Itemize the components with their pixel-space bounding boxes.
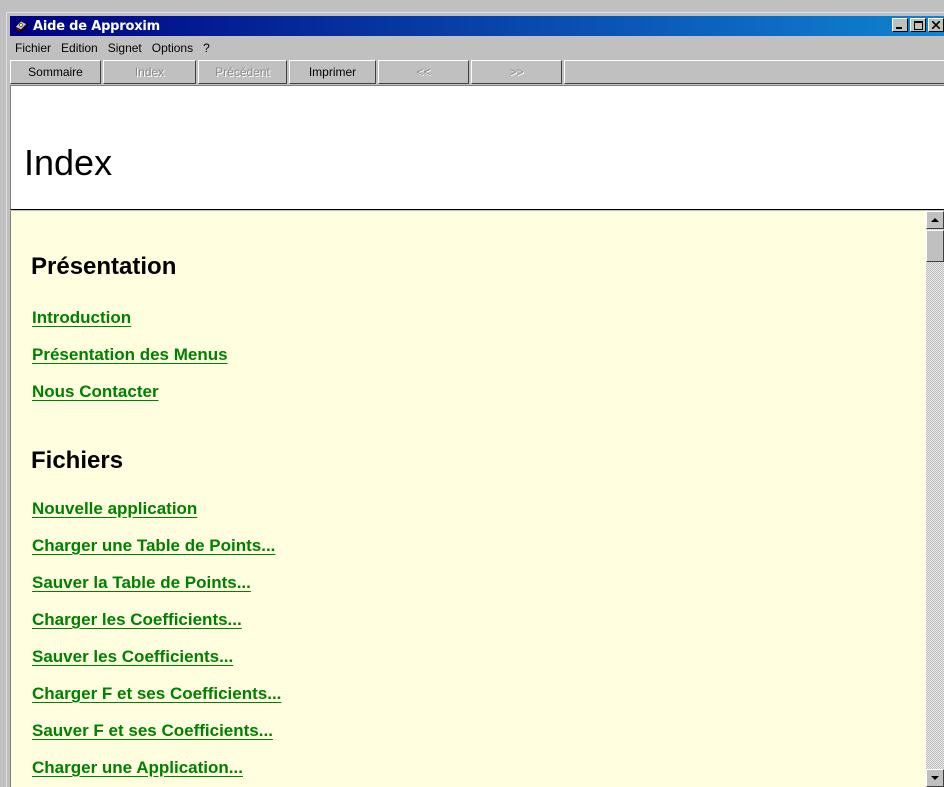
menu-signet[interactable]: Signet bbox=[103, 41, 147, 55]
arrow-down-icon bbox=[931, 776, 939, 780]
help-button-bar: Sommaire Index Précédent Imprimer << >> bbox=[10, 60, 944, 84]
window-title: Aide de Approxim bbox=[33, 18, 161, 34]
index-button[interactable]: Index bbox=[103, 60, 196, 84]
topic-content: Présentation Introduction Présentation d… bbox=[10, 211, 944, 787]
close-button[interactable] bbox=[928, 18, 944, 32]
minimize-button[interactable] bbox=[892, 18, 908, 32]
menu-options[interactable]: Options bbox=[147, 41, 198, 55]
link-sauver-coefficients[interactable]: Sauver les Coefficients... bbox=[32, 647, 233, 667]
title-bar[interactable]: Aide de Approxim bbox=[10, 16, 944, 36]
vertical-scrollbar[interactable] bbox=[926, 211, 944, 787]
link-charger-table-points[interactable]: Charger une Table de Points... bbox=[32, 536, 275, 556]
link-sauver-f-coefficients[interactable]: Sauver F et ses Coefficients... bbox=[32, 721, 273, 741]
menu-help[interactable]: ? bbox=[198, 41, 215, 55]
maximize-icon bbox=[913, 20, 923, 30]
help-book-icon bbox=[14, 20, 28, 33]
scroll-down-button[interactable] bbox=[926, 769, 944, 787]
sommaire-button[interactable]: Sommaire bbox=[10, 60, 101, 84]
link-charger-application[interactable]: Charger une Application... bbox=[32, 758, 243, 778]
link-introduction[interactable]: Introduction bbox=[32, 308, 131, 328]
maximize-button[interactable] bbox=[910, 18, 926, 32]
imprimer-button[interactable]: Imprimer bbox=[289, 60, 376, 84]
link-charger-f-coefficients[interactable]: Charger F et ses Coefficients... bbox=[32, 684, 281, 704]
link-nous-contacter[interactable]: Nous Contacter bbox=[32, 382, 159, 402]
help-window: Aide de Approxim Fichier Edition Signet … bbox=[6, 12, 944, 787]
scroll-thumb[interactable] bbox=[926, 230, 944, 262]
forward-button[interactable]: >> bbox=[471, 60, 562, 84]
minimize-icon bbox=[896, 27, 902, 29]
page-title: Index bbox=[24, 142, 113, 183]
menu-edition[interactable]: Edition bbox=[56, 41, 103, 55]
link-sauver-table-points[interactable]: Sauver la Table de Points... bbox=[32, 573, 251, 593]
menu-bar: Fichier Edition Signet Options ? bbox=[10, 38, 944, 58]
link-nouvelle-application[interactable]: Nouvelle application bbox=[32, 499, 197, 519]
link-presentation-menus[interactable]: Présentation des Menus bbox=[32, 345, 228, 365]
topic-header: Index bbox=[10, 85, 944, 210]
back-button[interactable]: << bbox=[378, 60, 469, 84]
precedent-button[interactable]: Précédent bbox=[198, 60, 287, 84]
close-icon bbox=[932, 21, 940, 29]
scroll-up-button[interactable] bbox=[926, 211, 944, 229]
arrow-up-icon bbox=[931, 218, 939, 222]
section-heading-presentation: Présentation bbox=[31, 253, 177, 280]
menu-fichier[interactable]: Fichier bbox=[10, 41, 56, 55]
section-heading-fichiers: Fichiers bbox=[31, 447, 124, 474]
button-bar-spacer bbox=[564, 60, 944, 84]
link-charger-coefficients[interactable]: Charger les Coefficients... bbox=[32, 610, 242, 630]
